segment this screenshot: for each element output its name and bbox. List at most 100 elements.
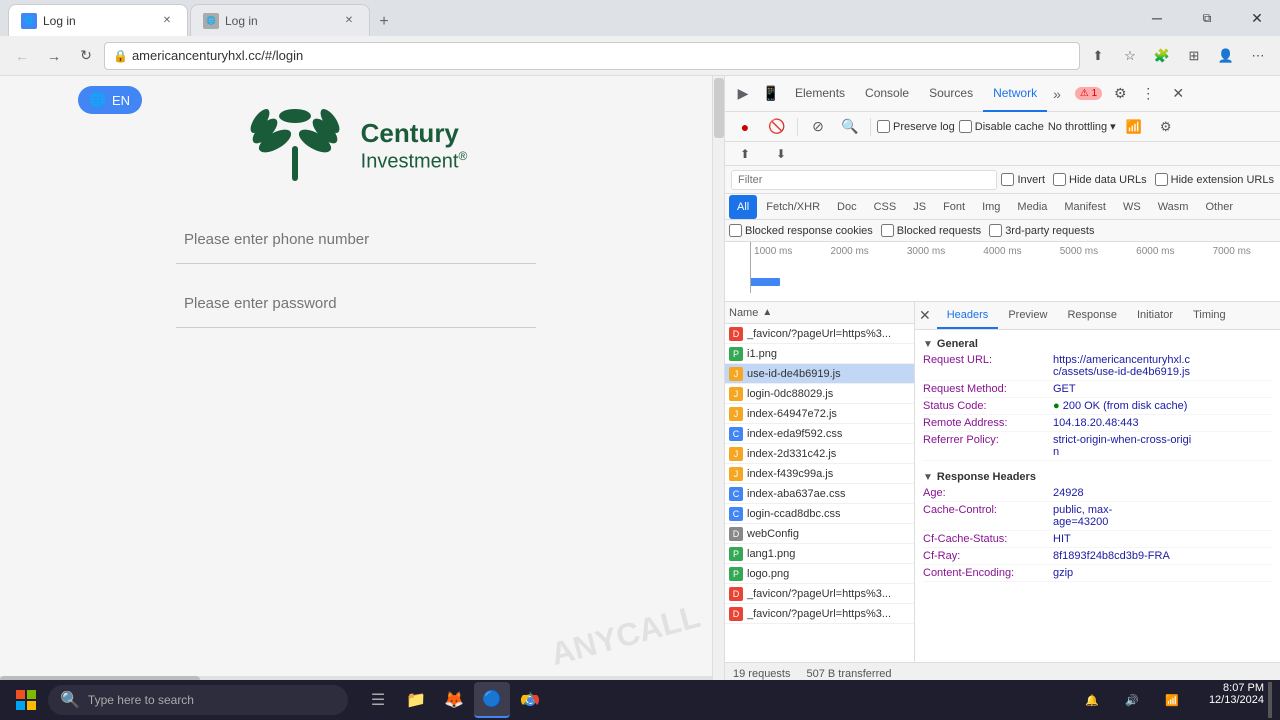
tab-2[interactable]: 🌐 Log in ✕ <box>190 4 370 36</box>
share-icon[interactable]: ⬆ <box>1084 42 1112 70</box>
table-row[interactable]: D _favicon/?pageUrl=https%3... <box>725 604 914 624</box>
devtools-close-btn[interactable]: ✕ <box>1164 80 1192 108</box>
devtools-more-btn[interactable]: ⋮ <box>1134 80 1162 108</box>
hide-data-urls-checkbox[interactable] <box>1053 173 1066 186</box>
preserve-log-checkbox[interactable] <box>877 120 890 133</box>
throttling-dropdown[interactable]: No throttling ▾ <box>1048 120 1116 133</box>
type-other[interactable]: Other <box>1197 195 1241 219</box>
table-row[interactable]: J index-64947e72.js <box>725 404 914 424</box>
split-icon[interactable]: ⊞ <box>1180 42 1208 70</box>
general-section-header[interactable]: ▼ General <box>923 336 1272 352</box>
tab-1-close[interactable]: ✕ <box>159 13 175 29</box>
volume-icon[interactable]: 🔊 <box>1114 682 1150 718</box>
devtools-settings-btn[interactable]: ⚙ <box>1106 80 1134 108</box>
response-headers-header[interactable]: ▼ Response Headers <box>923 469 1272 485</box>
forward-btn[interactable]: → <box>40 42 68 70</box>
blocked-requests-checkbox[interactable] <box>881 224 894 237</box>
close-btn[interactable]: ✕ <box>1234 0 1280 36</box>
invert-label[interactable]: Invert <box>1001 173 1045 186</box>
dp-tab-preview[interactable]: Preview <box>998 303 1057 329</box>
maximize-btn[interactable]: ⧉ <box>1184 0 1230 36</box>
table-row[interactable]: C index-aba637ae.css <box>725 484 914 504</box>
minimize-btn[interactable]: ─ <box>1134 0 1180 36</box>
tab-sources[interactable]: Sources <box>919 76 983 112</box>
more-tabs-btn[interactable]: » <box>1047 86 1067 102</box>
type-js[interactable]: JS <box>905 195 934 219</box>
new-tab-button[interactable]: + <box>370 8 398 36</box>
type-ws[interactable]: WS <box>1115 195 1149 219</box>
task-view-btn[interactable]: ☰ <box>360 682 396 718</box>
table-row[interactable]: P logo.png <box>725 564 914 584</box>
password-input[interactable] <box>176 280 536 328</box>
network-table[interactable]: D _favicon/?pageUrl=https%3... P i1.png … <box>725 324 914 662</box>
start-button[interactable] <box>8 682 44 718</box>
table-row[interactable]: P lang1.png <box>725 544 914 564</box>
edge-btn[interactable]: 🔵 <box>474 682 510 718</box>
translate-button[interactable]: 🌐 EN <box>78 86 142 114</box>
table-row[interactable]: P i1.png <box>725 344 914 364</box>
dp-tab-headers[interactable]: Headers <box>937 303 999 329</box>
back-btn[interactable]: ← <box>8 42 36 70</box>
table-row[interactable]: D webConfig <box>725 524 914 544</box>
address-input[interactable]: 🔒 americancenturyhxl.cc/#/login <box>104 42 1080 70</box>
firefox-btn[interactable]: 🦊 <box>436 682 472 718</box>
table-row[interactable]: D _favicon/?pageUrl=https%3... <box>725 584 914 604</box>
file-explorer-btn[interactable]: 📁 <box>398 682 434 718</box>
dp-tab-initiator[interactable]: Initiator <box>1127 303 1183 329</box>
type-manifest[interactable]: Manifest <box>1056 195 1114 219</box>
table-row[interactable]: J use-id-de4b6919.js <box>725 364 914 384</box>
tab-1[interactable]: 🌐 Log in ✕ <box>8 4 188 36</box>
table-row[interactable]: D _favicon/?pageUrl=https%3... <box>725 324 914 344</box>
table-row[interactable]: C index-eda9f592.css <box>725 424 914 444</box>
extensions-icon[interactable]: 🧩 <box>1148 42 1176 70</box>
invert-checkbox[interactable] <box>1001 173 1014 186</box>
throttle-settings-btn[interactable]: ⚙ <box>1152 113 1180 141</box>
preserve-log-label[interactable]: Preserve log <box>877 120 955 133</box>
hide-ext-urls-checkbox[interactable] <box>1155 173 1168 186</box>
network-icon[interactable]: 📶 <box>1154 682 1190 718</box>
blocked-cookies-label[interactable]: Blocked response cookies <box>729 224 873 237</box>
blocked-cookies-checkbox[interactable] <box>729 224 742 237</box>
menu-icon[interactable]: ⋯ <box>1244 42 1272 70</box>
phone-input[interactable] <box>176 216 536 264</box>
taskbar-search[interactable]: 🔍 Type here to search <box>48 685 348 715</box>
type-img[interactable]: Img <box>974 195 1008 219</box>
page-scrollbar-thumb[interactable] <box>714 78 724 138</box>
chrome-btn[interactable] <box>512 682 548 718</box>
clear-btn[interactable]: 🚫 <box>763 113 791 141</box>
notification-icon[interactable]: 🔔 <box>1074 682 1110 718</box>
filter-input[interactable] <box>731 170 997 190</box>
type-doc[interactable]: Doc <box>829 195 865 219</box>
tab-network[interactable]: Network <box>983 76 1047 112</box>
disable-cache-label[interactable]: Disable cache <box>959 120 1044 133</box>
details-close-btn[interactable]: ✕ <box>919 307 931 324</box>
device-toolbar-btn[interactable]: 📱 <box>757 80 785 108</box>
type-css[interactable]: CSS <box>866 195 905 219</box>
star-icon[interactable]: ☆ <box>1116 42 1144 70</box>
search-btn[interactable]: 🔍 <box>836 113 864 141</box>
type-all[interactable]: All <box>729 195 757 219</box>
show-desktop-btn[interactable] <box>1268 682 1272 718</box>
page-scrollbar[interactable] <box>712 76 724 684</box>
tab-elements[interactable]: Elements <box>785 76 855 112</box>
wifi-btn[interactable]: 📶 <box>1120 113 1148 141</box>
blocked-requests-label[interactable]: Blocked requests <box>881 224 981 237</box>
record-btn[interactable]: ● <box>731 113 759 141</box>
table-row[interactable]: J login-0dc88029.js <box>725 384 914 404</box>
upload-btn[interactable]: ⬆ <box>731 140 759 168</box>
third-party-checkbox[interactable] <box>989 224 1002 237</box>
type-font[interactable]: Font <box>935 195 973 219</box>
reload-btn[interactable]: ↻ <box>72 42 100 70</box>
table-row[interactable]: J index-2d331c42.js <box>725 444 914 464</box>
tab-2-close[interactable]: ✕ <box>341 13 357 29</box>
hide-data-urls-label[interactable]: Hide data URLs <box>1053 173 1147 186</box>
inspect-element-btn[interactable]: ▶ <box>729 80 757 108</box>
type-wasm[interactable]: Wasm <box>1150 195 1197 219</box>
type-media[interactable]: Media <box>1009 195 1055 219</box>
tab-console[interactable]: Console <box>855 76 919 112</box>
table-row[interactable]: C login-ccad8dbc.css <box>725 504 914 524</box>
profile-icon[interactable]: 👤 <box>1212 42 1240 70</box>
dp-tab-timing[interactable]: Timing <box>1183 303 1236 329</box>
hide-ext-urls-label[interactable]: Hide extension URLs <box>1155 173 1274 186</box>
download-btn[interactable]: ⬇ <box>767 140 795 168</box>
